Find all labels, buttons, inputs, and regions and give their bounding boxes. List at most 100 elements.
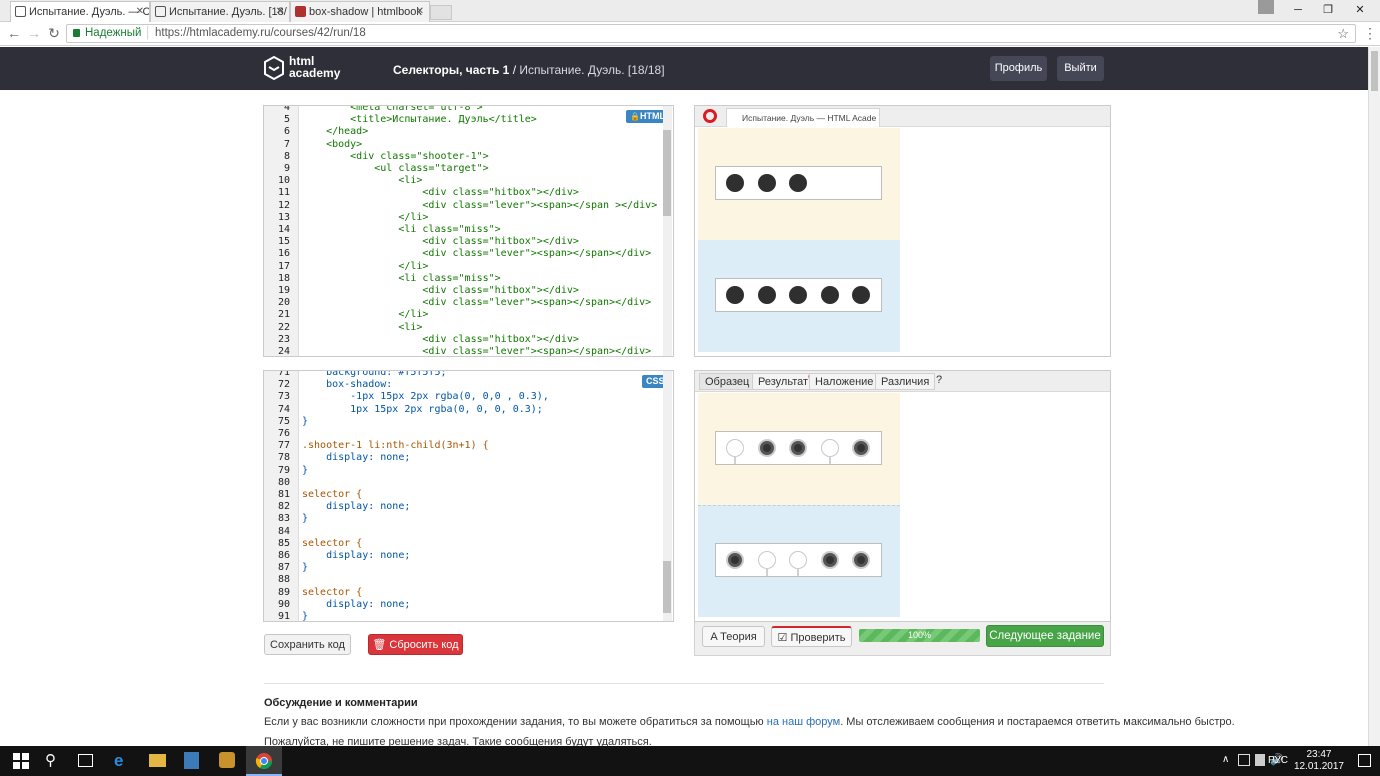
logout-button[interactable]: Выйти: [1057, 56, 1104, 81]
code-line[interactable]: display: none;: [302, 452, 410, 463]
battery-icon[interactable]: [1255, 754, 1265, 766]
code-line[interactable]: }: [302, 465, 308, 476]
logo-text[interactable]: html academy: [289, 55, 340, 79]
user-profile-icon[interactable]: [1258, 0, 1274, 14]
breadcrumb-section[interactable]: Селекторы, часть 1: [393, 63, 509, 77]
code-line[interactable]: <div class="shooter-1">: [302, 151, 488, 162]
code-line[interactable]: }: [302, 416, 308, 427]
close-window-icon[interactable]: ✕: [1342, 0, 1378, 20]
browser-tab[interactable]: Испытание. Дуэль. [18/ ✕: [150, 1, 290, 22]
code-line[interactable]: <div class="lever"><span></span></div>: [302, 297, 651, 308]
edge-icon[interactable]: e: [114, 751, 134, 771]
code-line[interactable]: <body>: [302, 139, 362, 150]
code-line[interactable]: </li>: [302, 212, 428, 223]
html-academy-logo-icon[interactable]: [264, 56, 284, 80]
target-lever: [734, 456, 736, 464]
reload-icon[interactable]: ↻: [46, 25, 62, 41]
app-icon[interactable]: [219, 752, 235, 768]
save-code-button[interactable]: Сохранить код: [264, 634, 351, 655]
target-dot: [852, 286, 870, 304]
code-line[interactable]: background: #f5f5f5;: [302, 371, 446, 378]
theory-button[interactable]: A Теория: [702, 626, 765, 647]
store-icon[interactable]: [184, 752, 199, 769]
code-line[interactable]: <div class="lever"><span></span></div>: [302, 248, 651, 259]
target-dot: [821, 551, 839, 569]
forward-arrow-icon[interactable]: →: [26, 25, 42, 41]
tray-chevron-icon[interactable]: ∧: [1222, 754, 1229, 765]
code-line[interactable]: 1px 15px 2px rgba(0, 0, 0, 0.3);: [302, 404, 543, 415]
code-line[interactable]: <div class="hitbox"></div>: [302, 187, 579, 198]
code-line[interactable]: -1px 15px 2px rgba(0, 0,0 , 0.3),: [302, 391, 549, 402]
css-editor-scrollbar-thumb[interactable]: [663, 561, 671, 613]
chrome-taskbar-button[interactable]: [246, 746, 282, 776]
result-preview-panel: Образец Результат* Наложение Различия ?: [694, 370, 1111, 622]
code-line[interactable]: display: none;: [302, 501, 410, 512]
code-line[interactable]: selector {: [302, 587, 362, 598]
code-line[interactable]: }: [302, 562, 308, 573]
code-line[interactable]: <div class="lever"><span></span ></div>: [302, 200, 657, 211]
clock[interactable]: 23:47 12.01.2017: [1294, 749, 1344, 773]
task-view-icon[interactable]: [78, 754, 93, 767]
target-dot: [726, 551, 744, 569]
code-line[interactable]: <li>: [302, 322, 422, 333]
next-task-button[interactable]: Следующее задание: [986, 625, 1104, 647]
forum-link[interactable]: на наш форум: [767, 716, 840, 728]
notifications-icon[interactable]: [1358, 754, 1371, 767]
code-line[interactable]: selector {: [302, 489, 362, 500]
tab-diff[interactable]: Различия: [875, 373, 936, 390]
html-editor-scrollbar[interactable]: [663, 106, 672, 356]
code-line[interactable]: <div class="lever"><span></span></div>: [302, 346, 651, 356]
code-line[interactable]: <div class="hitbox"></div>: [302, 285, 579, 296]
restore-icon[interactable]: ❐: [1310, 0, 1346, 20]
close-icon[interactable]: ✕: [416, 2, 424, 22]
code-line[interactable]: </li>: [302, 261, 428, 272]
tab-sample[interactable]: Образец: [699, 373, 756, 390]
browser-tab[interactable]: box-shadow | htmlbook ✕: [290, 1, 430, 22]
css-editor-scrollbar[interactable]: [663, 371, 672, 621]
html-editor-scrollbar-thumb[interactable]: [663, 130, 671, 216]
check-button[interactable]: ☑ Проверить: [771, 626, 852, 647]
profile-button[interactable]: Профиль: [990, 56, 1047, 81]
address-field[interactable]: Надежный │ https://htmlacademy.ru/course…: [66, 24, 1356, 43]
close-icon[interactable]: ✕: [136, 2, 144, 22]
shield-icon: [155, 6, 166, 17]
search-icon[interactable]: ⚲: [45, 751, 65, 771]
line-number: 87: [277, 562, 290, 574]
new-tab-button[interactable]: [430, 5, 452, 20]
bookmark-star-icon[interactable]: ☆: [1337, 25, 1349, 42]
code-line[interactable]: <li>: [302, 175, 422, 186]
code-line[interactable]: }: [302, 611, 308, 621]
menu-dots-icon[interactable]: ⋮: [1362, 25, 1378, 41]
code-line[interactable]: <div class="hitbox"></div>: [302, 334, 579, 345]
code-line[interactable]: <div class="hitbox"></div>: [302, 236, 579, 247]
code-line[interactable]: }: [302, 513, 308, 524]
page-scrollbar[interactable]: [1368, 47, 1380, 746]
code-line[interactable]: box-shadow:: [302, 379, 392, 390]
code-line[interactable]: display: none;: [302, 599, 410, 610]
page-scrollbar-thumb[interactable]: [1371, 51, 1378, 91]
code-line[interactable]: .shooter-1 li:nth-child(3n+1) {: [302, 440, 489, 451]
css-editor[interactable]: 71 background: #f5f5f5; 72 box-shadow: 73 …: [263, 370, 674, 622]
reset-code-button[interactable]: 🗑 Сбросить код: [368, 634, 463, 655]
code-line[interactable]: <li class="miss">: [302, 224, 500, 235]
tray-icon[interactable]: [1238, 754, 1250, 766]
code-line[interactable]: display: none;: [302, 550, 410, 561]
code-line[interactable]: <ul class="target">: [302, 163, 488, 174]
file-explorer-icon[interactable]: [149, 754, 166, 767]
tab-overlay[interactable]: Наложение: [809, 373, 880, 390]
line-number: 83: [277, 513, 290, 525]
code-line[interactable]: <title>Испытание. Дуэль</title>: [302, 114, 537, 125]
close-icon[interactable]: ✕: [276, 2, 284, 22]
html-editor[interactable]: 4 <meta charset="utf-8"> 5 <title>Испытан…: [263, 105, 674, 357]
keyboard-language[interactable]: РУС: [1268, 755, 1288, 766]
code-line[interactable]: <li class="miss">: [302, 273, 500, 284]
code-line[interactable]: </li>: [302, 309, 428, 320]
windows-start-icon[interactable]: [11, 751, 31, 771]
code-line[interactable]: </head>: [302, 126, 368, 137]
code-line[interactable]: selector {: [302, 538, 362, 549]
back-arrow-icon[interactable]: ←: [6, 25, 22, 41]
browser-tab[interactable]: Испытание. Дуэль. — С ✕: [10, 1, 150, 22]
help-icon[interactable]: ?: [936, 374, 942, 386]
target-lever: [829, 456, 831, 464]
code-line[interactable]: <meta charset="utf-8">: [302, 106, 482, 113]
